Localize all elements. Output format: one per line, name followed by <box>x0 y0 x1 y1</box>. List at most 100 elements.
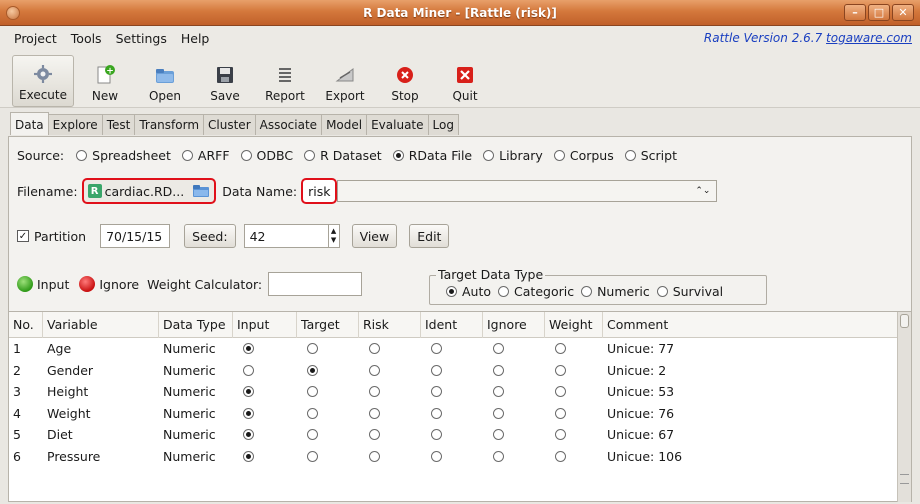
role-weight-radio[interactable] <box>555 386 566 398</box>
togaware-link[interactable]: togaware.com <box>826 31 912 45</box>
column-variable[interactable]: Variable <box>43 311 159 338</box>
table-row[interactable]: 4 Weight Numeric Unicue: 76 <box>9 403 911 425</box>
menu-help[interactable]: Help <box>181 31 210 46</box>
role-target-radio[interactable] <box>307 386 318 398</box>
target-numeric-radio[interactable]: Numeric <box>581 284 650 299</box>
scrollbar-grip[interactable] <box>900 474 909 484</box>
role-weight-radio[interactable] <box>555 450 566 462</box>
tab-associate[interactable]: Associate <box>254 114 323 135</box>
role-input-radio[interactable] <box>243 343 254 355</box>
table-row[interactable]: 5 Diet Numeric Unicue: 67 <box>9 424 911 446</box>
column-risk[interactable]: Risk <box>359 311 421 338</box>
role-target-radio[interactable] <box>307 364 318 376</box>
tab-evaluate[interactable]: Evaluate <box>366 114 429 135</box>
menu-settings[interactable]: Settings <box>116 31 167 46</box>
role-ignore-radio[interactable] <box>493 450 504 462</box>
open-button[interactable]: Open <box>136 55 194 107</box>
source-odbc-radio[interactable]: ODBC <box>240 148 293 163</box>
seed-spinner[interactable]: 42 ▲ ▼ <box>243 224 340 248</box>
role-input-radio[interactable] <box>243 364 254 376</box>
role-ignore-radio[interactable] <box>493 386 504 398</box>
role-input-radio[interactable] <box>243 429 254 441</box>
close-icon[interactable]: ✕ <box>892 4 914 21</box>
column-data-type[interactable]: Data Type <box>159 311 233 338</box>
execute-button[interactable]: Execute <box>12 55 74 107</box>
role-input-radio[interactable] <box>243 407 254 419</box>
target-auto-radio[interactable]: Auto <box>446 284 491 299</box>
role-risk-radio[interactable] <box>369 429 380 441</box>
role-ident-radio[interactable] <box>431 429 442 441</box>
role-target-radio[interactable] <box>307 407 318 419</box>
role-ident-radio[interactable] <box>431 364 442 376</box>
tab-transform[interactable]: Transform <box>134 114 205 135</box>
source-arff-radio[interactable]: ARFF <box>181 148 230 163</box>
role-ignore-radio[interactable] <box>493 364 504 376</box>
role-weight-radio[interactable] <box>555 407 566 419</box>
role-ident-radio[interactable] <box>431 450 442 462</box>
partition-input[interactable]: 70/15/15 <box>100 224 171 248</box>
source-library-radio[interactable]: Library <box>483 148 543 163</box>
scrollbar-thumb[interactable] <box>900 314 909 328</box>
role-target-radio[interactable] <box>307 450 318 462</box>
role-ident-radio[interactable] <box>431 343 442 355</box>
column-ignore[interactable]: Ignore <box>483 311 545 338</box>
table-row[interactable]: 6 Pressure Numeric Unicue: 106 <box>9 446 911 468</box>
stop-button[interactable]: Stop <box>376 55 434 107</box>
new-button[interactable]: + New <box>76 55 134 107</box>
source-rdataset-radio[interactable]: R Dataset <box>304 148 382 163</box>
dataname-field[interactable]: risk <box>301 178 338 204</box>
role-target-radio[interactable] <box>307 429 318 441</box>
tab-model[interactable]: Model <box>321 114 368 135</box>
dataname-combo[interactable]: ⌃⌄ <box>337 180 718 202</box>
role-ident-radio[interactable] <box>431 386 442 398</box>
source-corpus-radio[interactable]: Corpus <box>553 148 614 163</box>
role-risk-radio[interactable] <box>369 407 380 419</box>
column-comment[interactable]: Comment <box>603 312 897 338</box>
maximize-icon[interactable]: □ <box>868 4 890 21</box>
source-spreadsheet-radio[interactable]: Spreadsheet <box>76 148 171 163</box>
report-button[interactable]: Report <box>256 55 314 107</box>
menu-project[interactable]: Project <box>14 31 57 46</box>
role-weight-radio[interactable] <box>555 343 566 355</box>
tab-explore[interactable]: Explore <box>47 114 103 135</box>
role-input-radio[interactable] <box>243 386 254 398</box>
input-bulb-icon[interactable] <box>17 276 33 292</box>
role-risk-radio[interactable] <box>369 343 380 355</box>
quit-button[interactable]: Quit <box>436 55 494 107</box>
column-no[interactable]: No. <box>9 311 43 338</box>
role-ignore-radio[interactable] <box>493 407 504 419</box>
table-row[interactable]: 1 Age Numeric Unicue: 77 <box>9 338 911 360</box>
export-button[interactable]: Export <box>316 55 374 107</box>
edit-button[interactable]: Edit <box>409 224 450 248</box>
tab-test[interactable]: Test <box>101 114 136 135</box>
role-risk-radio[interactable] <box>369 364 380 376</box>
menu-tools[interactable]: Tools <box>71 31 102 46</box>
column-input[interactable]: Input <box>233 311 297 338</box>
column-target[interactable]: Target <box>297 311 359 338</box>
role-ignore-radio[interactable] <box>493 429 504 441</box>
role-ident-radio[interactable] <box>431 407 442 419</box>
role-risk-radio[interactable] <box>369 386 380 398</box>
source-rdatafile-radio[interactable]: RData File <box>392 148 472 163</box>
role-ignore-radio[interactable] <box>493 343 504 355</box>
column-weight[interactable]: Weight <box>545 311 603 338</box>
table-row[interactable]: 3 Height Numeric Unicue: 53 <box>9 381 911 403</box>
target-categoric-radio[interactable]: Categoric <box>498 284 574 299</box>
tab-data[interactable]: Data <box>10 112 49 135</box>
role-weight-radio[interactable] <box>555 364 566 376</box>
ignore-bulb-icon[interactable] <box>79 276 96 292</box>
weight-calculator-input[interactable] <box>268 272 363 296</box>
tab-cluster[interactable]: Cluster <box>203 114 256 135</box>
role-risk-radio[interactable] <box>369 450 380 462</box>
tab-log[interactable]: Log <box>427 114 459 135</box>
role-input-radio[interactable] <box>243 450 254 462</box>
role-weight-radio[interactable] <box>555 429 566 441</box>
spinner-arrows-icon[interactable]: ▲ ▼ <box>327 225 339 247</box>
table-row[interactable]: 2 Gender Numeric Unicue: 2 <box>9 360 911 382</box>
filename-chooser[interactable]: R cardiac.RD... <box>81 178 217 204</box>
view-button[interactable]: View <box>351 224 398 248</box>
table-scrollbar[interactable] <box>897 312 911 502</box>
seed-button[interactable]: Seed: <box>184 224 236 248</box>
partition-checkbox[interactable]: ✓ <box>17 230 29 242</box>
target-survival-radio[interactable]: Survival <box>656 284 723 299</box>
